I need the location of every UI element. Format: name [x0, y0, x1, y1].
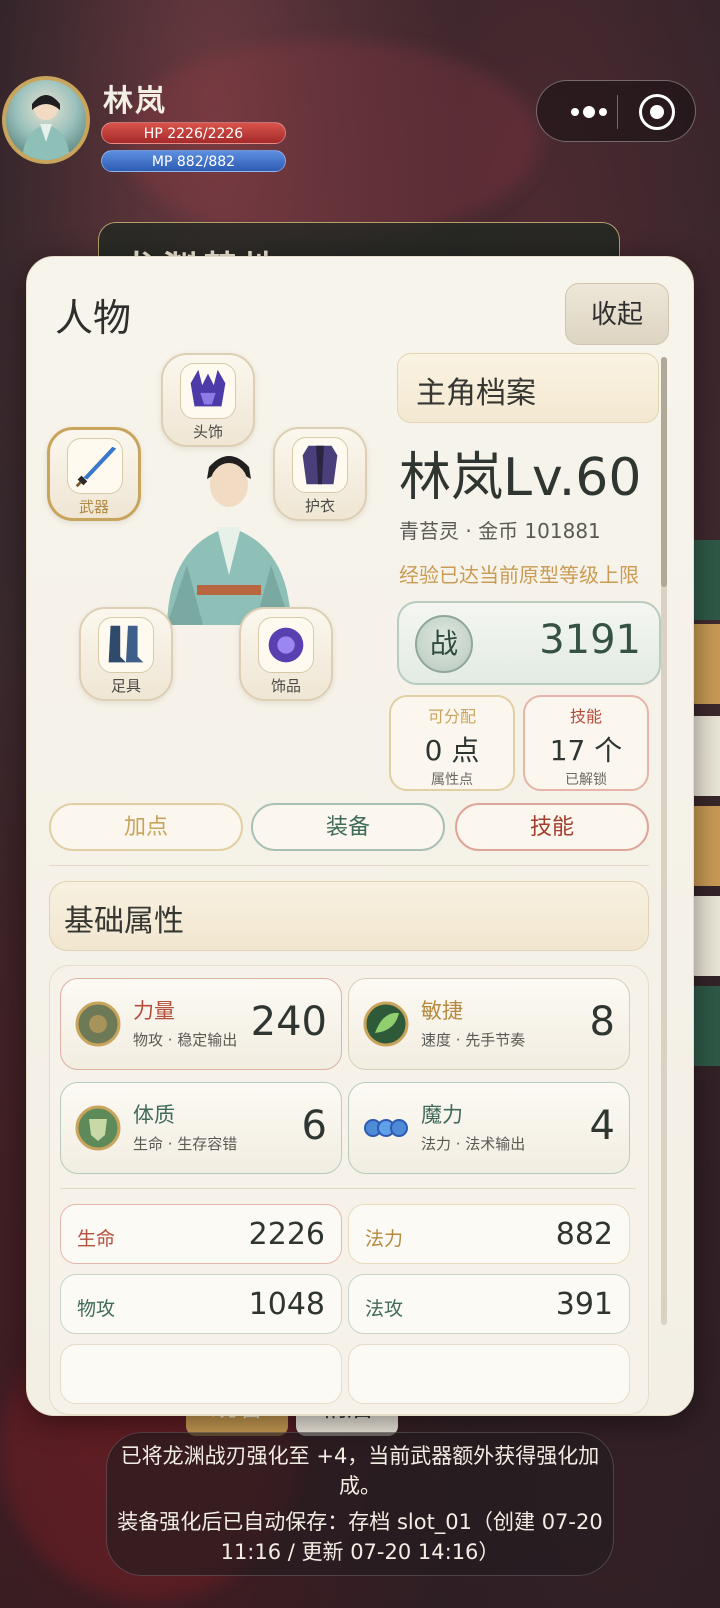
value-number: 882 — [555, 1217, 613, 1252]
mp-bar: MP 882/882 — [101, 150, 286, 172]
value-card-physical-attack: 物攻 1048 — [60, 1274, 342, 1334]
exp-cap-note: 经验已达当前原型等级上限 — [399, 563, 639, 587]
equip-slot-label: 护衣 — [304, 497, 335, 515]
attr-value: 4 — [589, 1103, 615, 1149]
stat-box-value: 17 个 — [549, 734, 623, 767]
base-attr-header: 基础属性 — [49, 881, 649, 951]
hero-name-level: 林岚Lv.60 — [399, 448, 642, 508]
attr-card-agility[interactable]: 敏捷 速度 · 先手节奏 8 — [348, 978, 630, 1070]
equip-slot-label: 头饰 — [192, 423, 223, 441]
attr-name: 力量 — [133, 999, 175, 1023]
player-name: 林岚 — [103, 84, 167, 119]
value-name: 物攻 — [77, 1298, 116, 1320]
miniprogram-capsule — [536, 80, 696, 142]
hero-class-gold: 青苔灵 · 金币 101881 — [399, 519, 601, 543]
equip-slot-weapon[interactable]: 武器 — [47, 427, 141, 521]
strength-emblem-icon — [75, 1001, 121, 1047]
hero-portrait-icon — [22, 95, 70, 160]
profile-header-title: 主角档案 — [416, 376, 536, 411]
armor-icon — [292, 437, 348, 493]
equip-slot-boots[interactable]: 足具 — [79, 607, 173, 701]
value-name: 法力 — [365, 1228, 404, 1250]
capsule-divider — [617, 95, 618, 129]
orb-ornament-icon — [258, 617, 314, 673]
horned-helmet-icon — [180, 363, 236, 419]
more-icon[interactable] — [563, 99, 615, 125]
close-target-icon[interactable] — [639, 94, 675, 130]
equip-slot-label: 足具 — [110, 677, 141, 695]
hp-bar: HP 2226/2226 — [101, 122, 286, 144]
divider — [49, 865, 649, 866]
equip-slot-head[interactable]: 头饰 — [161, 353, 255, 447]
stat-box-title: 技能 — [569, 707, 602, 726]
player-avatar[interactable] — [2, 76, 90, 164]
tab-skills[interactable]: 技能 — [455, 803, 649, 851]
attr-value: 240 — [250, 999, 327, 1045]
value-number: 1048 — [248, 1287, 325, 1322]
boots-icon — [98, 617, 154, 673]
value-card — [60, 1344, 342, 1404]
attr-name: 敏捷 — [421, 999, 463, 1023]
attr-card-magic[interactable]: 魔力 法力 · 法术输出 4 — [348, 1082, 630, 1174]
value-card — [348, 1344, 630, 1404]
equip-slot-label: 饰品 — [270, 677, 301, 695]
panel-title: 人物 — [55, 296, 132, 340]
tab-add-points[interactable]: 加点 — [49, 803, 243, 851]
attr-name: 体质 — [133, 1103, 175, 1127]
divider — [60, 1188, 636, 1189]
sword-icon — [67, 438, 123, 494]
combat-power: 战 3191 — [397, 601, 661, 685]
value-name: 法攻 — [365, 1298, 404, 1320]
skills-count-box: 技能 17 个 已解锁 — [523, 695, 649, 791]
attr-desc: 速度 · 先手节奏 — [421, 1031, 526, 1049]
player-hud: 林岚 HP 2226/2226 MP 882/882 — [0, 76, 720, 176]
base-attr-list: 力量 物攻 · 稳定输出 240 敏捷 速度 · 先手节奏 8 体质 生命 · … — [49, 965, 649, 1415]
combat-power-icon: 战 — [415, 615, 473, 673]
value-number: 391 — [555, 1287, 613, 1322]
value-number: 2226 — [248, 1217, 325, 1252]
tab-equipment[interactable]: 装备 — [251, 803, 445, 851]
base-attr-title: 基础属性 — [64, 904, 184, 939]
toast-message: 已将龙渊战刃强化至 +4，当前武器额外获得强化加成。 装备强化后已自动保存：存档… — [106, 1432, 614, 1576]
value-card-mp: 法力 882 — [348, 1204, 630, 1264]
equip-slot-label: 武器 — [78, 498, 109, 516]
collapse-button[interactable]: 收起 — [565, 283, 669, 345]
value-name: 生命 — [77, 1228, 116, 1250]
toast-line: 已将龙渊战刃强化至 +4，当前武器额外获得强化加成。 — [120, 1444, 600, 1498]
equip-slot-ornament[interactable]: 饰品 — [239, 607, 333, 701]
attr-value: 6 — [301, 1103, 327, 1149]
leaf-emblem-icon — [363, 1001, 409, 1047]
value-card-magic-attack: 法攻 391 — [348, 1274, 630, 1334]
attr-card-constitution[interactable]: 体质 生命 · 生存容错 6 — [60, 1082, 342, 1174]
stat-box-sub: 属性点 — [431, 772, 473, 788]
scrollbar-thumb[interactable] — [661, 357, 667, 587]
attr-name: 魔力 — [421, 1103, 463, 1127]
equip-slot-armor[interactable]: 护衣 — [273, 427, 367, 521]
value-card-hp: 生命 2226 — [60, 1204, 342, 1264]
attribute-points-box: 可分配 0 点 属性点 — [389, 695, 515, 791]
combat-power-value: 3191 — [539, 617, 641, 663]
profile-header: 主角档案 — [397, 353, 659, 423]
toast-line: 装备强化后已自动保存：存档 slot_01（创建 07-20 11:16 / 更… — [117, 1510, 603, 1564]
attr-desc: 生命 · 生存容错 — [133, 1135, 238, 1153]
mana-orbs-icon — [364, 1119, 408, 1137]
attr-desc: 法力 · 法术输出 — [421, 1135, 526, 1153]
attr-card-strength[interactable]: 力量 物攻 · 稳定输出 240 — [60, 978, 342, 1070]
stat-box-title: 可分配 — [427, 707, 476, 726]
attr-desc: 物攻 · 稳定输出 — [133, 1031, 238, 1049]
attr-value: 8 — [589, 999, 615, 1045]
character-panel: 人物 收起 头饰 武器 护衣 足具 饰品 主角档案 林岚Lv.60 青苔灵 · … — [26, 256, 694, 1416]
stat-box-value: 0 点 — [424, 734, 480, 767]
shield-emblem-icon — [75, 1105, 121, 1151]
stat-box-sub: 已解锁 — [565, 772, 607, 788]
